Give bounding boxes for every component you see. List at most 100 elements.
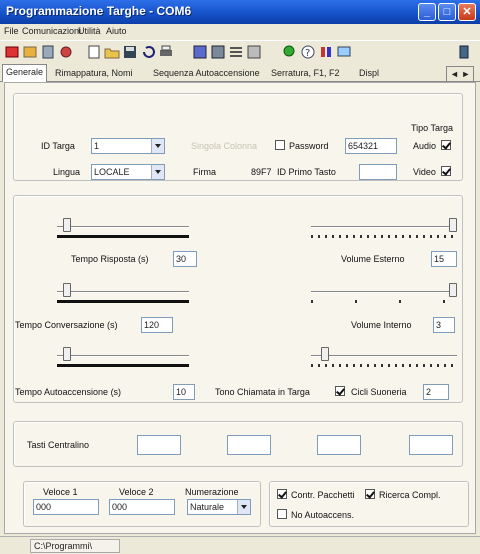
monitor-icon[interactable] — [336, 44, 352, 60]
slider-thumb[interactable] — [63, 218, 71, 232]
toolbar: ? — [0, 40, 480, 64]
chevron-down-icon — [151, 165, 164, 179]
tab-scroll-arrows[interactable]: ◄ ► — [446, 66, 475, 82]
cicli-suoneria-field[interactable]: 2 — [423, 384, 449, 400]
firma-value: 89F7 — [251, 167, 272, 177]
slider-thumb[interactable] — [63, 283, 71, 297]
tempo-conversazione-slider[interactable] — [57, 283, 189, 305]
slider-thumb[interactable] — [321, 347, 329, 361]
volume-interno-slider[interactable] — [311, 283, 457, 305]
menu-utilita[interactable]: Utilità — [78, 26, 101, 36]
volume-interno-field[interactable]: 3 — [433, 317, 455, 333]
singola-colonna-label: Singola Colonna — [191, 141, 258, 151]
ricerca-compl-label: Ricerca Compl. — [379, 490, 441, 500]
search-icon[interactable] — [282, 44, 298, 60]
numerazione-label: Numerazione — [185, 487, 239, 497]
tab-rimappatura[interactable]: Rimappatura, Nomi — [52, 66, 136, 82]
tempo-autoaccensione-field[interactable]: 10 — [173, 384, 195, 400]
veloce1-field[interactable]: 000 — [33, 499, 99, 515]
undo-icon[interactable] — [140, 44, 156, 60]
tab-display[interactable]: Displ — [356, 66, 382, 82]
id-targa-label: ID Targa — [41, 141, 75, 151]
menu-aiuto[interactable]: Aiuto — [106, 26, 127, 36]
run-icon[interactable] — [22, 44, 38, 60]
video-checkbox[interactable] — [441, 166, 451, 176]
slider-thumb[interactable] — [449, 218, 457, 232]
window-title: Programmazione Targhe - COM6 — [6, 4, 192, 18]
contr-pacchetti-label: Contr. Pacchetti — [291, 490, 355, 500]
tempo-autoaccensione-slider[interactable] — [57, 347, 189, 369]
maximize-icon[interactable]: □ — [438, 3, 456, 21]
tab-serratura[interactable]: Serratura, F1, F2 — [268, 66, 343, 82]
id-targa-select[interactable]: 1 — [91, 138, 165, 154]
slider-thumb[interactable] — [449, 283, 457, 297]
tempo-conversazione-field[interactable]: 120 — [141, 317, 173, 333]
panel-icon[interactable] — [210, 44, 226, 60]
tempo-risposta-slider[interactable] — [57, 218, 189, 240]
numerazione-value: Naturale — [190, 502, 225, 512]
close-icon[interactable]: ✕ — [458, 3, 476, 21]
password-field[interactable]: 654321 — [345, 138, 397, 154]
main-panel: ID Targa 1 Singola Colonna Password 6543… — [4, 82, 476, 534]
title-bar: Programmazione Targhe - COM6 _ □ ✕ — [0, 0, 480, 24]
chevron-down-icon — [237, 500, 250, 514]
audio-label: Audio — [413, 141, 437, 151]
menu-comunicazioni[interactable]: Comunicazioni — [22, 26, 81, 36]
tempo-conversazione-label: Tempo Conversazione (s) — [15, 320, 118, 330]
lingua-label: Lingua — [53, 167, 81, 177]
device-icon[interactable] — [40, 44, 56, 60]
singola-colonna-checkbox[interactable] — [275, 140, 285, 150]
exit-icon[interactable] — [456, 44, 472, 60]
veloce1-label: Veloce 1 — [43, 487, 78, 497]
grid-icon[interactable] — [192, 44, 208, 60]
cicli-suoneria-slider[interactable] — [311, 347, 457, 369]
minimize-icon[interactable]: _ — [418, 3, 436, 21]
video-label: Video — [413, 167, 436, 177]
slider-thumb[interactable] — [63, 347, 71, 361]
stop-icon[interactable] — [4, 44, 20, 60]
volume-esterno-field[interactable]: 15 — [431, 251, 457, 267]
menu-file[interactable]: File — [4, 26, 19, 36]
ricerca-compl-checkbox[interactable] — [365, 489, 375, 499]
status-path: C:\Programmi\ — [30, 539, 120, 553]
contr-pacchetti-checkbox[interactable] — [277, 489, 287, 499]
centralino-field-1[interactable] — [137, 435, 181, 455]
audio-checkbox[interactable] — [441, 140, 451, 150]
tab-sequenza[interactable]: Sequenza Autoaccensione — [150, 66, 263, 82]
numerazione-select[interactable]: Naturale — [187, 499, 251, 515]
tab-generale[interactable]: Generale — [2, 64, 48, 82]
veloce2-field[interactable]: 000 — [109, 499, 175, 515]
id-primo-tasto-field[interactable] — [359, 164, 397, 180]
tono-chiamata-label: Tono Chiamata in Targa — [215, 387, 310, 397]
chevron-down-icon — [151, 139, 164, 153]
connect-icon[interactable] — [58, 44, 74, 60]
save-icon[interactable] — [122, 44, 138, 60]
volume-esterno-slider[interactable] — [311, 218, 457, 240]
centralino-field-4[interactable] — [409, 435, 453, 455]
volume-esterno-label: Volume Esterno — [341, 254, 405, 264]
help-icon[interactable]: ? — [300, 44, 316, 60]
open-icon[interactable] — [104, 44, 120, 60]
tipo-targa-label: Tipo Targa — [411, 123, 454, 133]
cicli-suoneria-label: Cicli Suoneria — [351, 387, 407, 397]
settings-icon[interactable] — [318, 44, 334, 60]
print-icon[interactable] — [158, 44, 174, 60]
tempo-risposta-label: Tempo Risposta (s) — [71, 254, 149, 264]
table-icon[interactable] — [246, 44, 262, 60]
list-icon[interactable] — [228, 44, 244, 60]
centralino-field-2[interactable] — [227, 435, 271, 455]
new-icon[interactable] — [86, 44, 102, 60]
app-window: Programmazione Targhe - COM6 _ □ ✕ File … — [0, 0, 480, 554]
tab-strip: Generale Rimappatura, Nomi Sequenza Auto… — [0, 64, 480, 82]
menu-bar: File Comunicazioni Utilità Aiuto — [0, 24, 480, 40]
id-targa-value: 1 — [94, 141, 100, 151]
no-autoaccens-checkbox[interactable] — [277, 509, 287, 519]
volume-interno-label: Volume Interno — [351, 320, 412, 330]
lingua-select[interactable]: LOCALE — [91, 164, 165, 180]
tono-chiamata-checkbox[interactable] — [335, 386, 345, 396]
tempo-autoaccensione-label: Tempo Autoaccensione (s) — [15, 387, 122, 397]
options-group — [269, 481, 469, 527]
tempo-risposta-field[interactable]: 30 — [173, 251, 197, 267]
id-primo-tasto-label: ID Primo Tasto — [277, 167, 336, 177]
centralino-field-3[interactable] — [317, 435, 361, 455]
